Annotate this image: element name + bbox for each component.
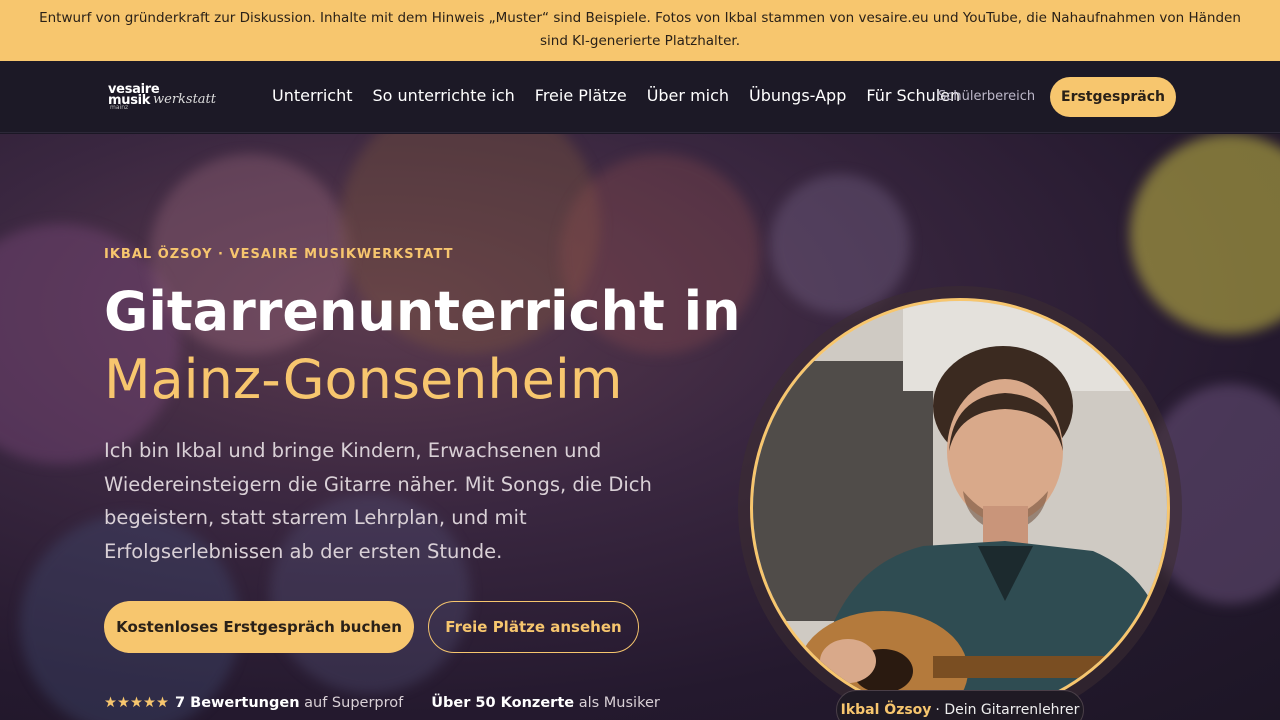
hero-title-line-2: Mainz-Gonsenheim <box>104 348 623 411</box>
teacher-portrait-photo <box>750 298 1170 718</box>
book-consultation-button[interactable]: Kostenloses Erstgespräch buchen <box>104 601 414 653</box>
portrait-caption-badge: Ikbal Özsoy · Dein Gitarrenlehrer <box>836 690 1084 720</box>
caption-role: · Dein Gitarrenlehrer <box>935 702 1080 718</box>
hero-section: IKBAL ÖZSOY · VESAIRE MUSIKWERKSTATT Git… <box>0 134 1280 720</box>
view-open-slots-button[interactable]: Freie Plätze ansehen <box>428 601 639 653</box>
concerts-suffix: als Musiker <box>578 695 660 711</box>
site-logo[interactable]: vesaire musik werkstatt mainz <box>108 83 228 113</box>
student-area-link[interactable]: Schülerbereich <box>938 89 1035 105</box>
nav-item-so-unterrichte-ich[interactable]: So unterrichte ich <box>373 86 515 106</box>
nav-item-freie-plaetze[interactable]: Freie Plätze <box>535 86 627 106</box>
nav-item-uebungs-app[interactable]: Übungs-App <box>749 86 846 106</box>
concerts-count: Über 50 Konzerte <box>431 695 575 711</box>
hero-lead-text: Ich bin Ikbal und bringe Kindern, Erwach… <box>104 439 652 563</box>
hero-title-line-1: Gitarrenunterricht in <box>104 280 741 343</box>
bokeh-light <box>770 174 910 314</box>
rating-count: 7 Bewertungen <box>175 695 300 711</box>
nav-item-ueber-mich[interactable]: Über mich <box>647 86 729 106</box>
nav-cta-button[interactable]: Erstgespräch <box>1050 77 1176 117</box>
caption-name: Ikbal Özsoy <box>840 702 932 718</box>
hero-eyebrow: IKBAL ÖZSOY · VESAIRE MUSIKWERKSTATT <box>104 247 454 262</box>
logo-line-4: mainz <box>110 104 129 111</box>
concerts-stat: Über 50 Konzerte als Musiker <box>431 695 660 711</box>
main-navigation: vesaire musik werkstatt mainz Unterricht… <box>0 61 1280 133</box>
rating-stat: ★★★★★ 7 Bewertungen auf Superprof <box>104 695 403 711</box>
portrait-illustration <box>753 301 1167 715</box>
draft-notice-banner: Entwurf von gründerkraft zur Diskussion.… <box>0 0 1280 61</box>
rating-suffix: auf Superprof <box>304 695 404 711</box>
nav-item-unterricht[interactable]: Unterricht <box>272 86 353 106</box>
nav-menu: Unterricht So unterrichte ich Freie Plät… <box>272 86 980 106</box>
trust-stats: ★★★★★ 7 Bewertungen auf Superprof Über 50… <box>104 695 660 711</box>
logo-line-3: werkstatt <box>153 92 217 107</box>
bokeh-light <box>1130 134 1280 334</box>
star-rating-icon: ★★★★★ <box>104 695 169 711</box>
